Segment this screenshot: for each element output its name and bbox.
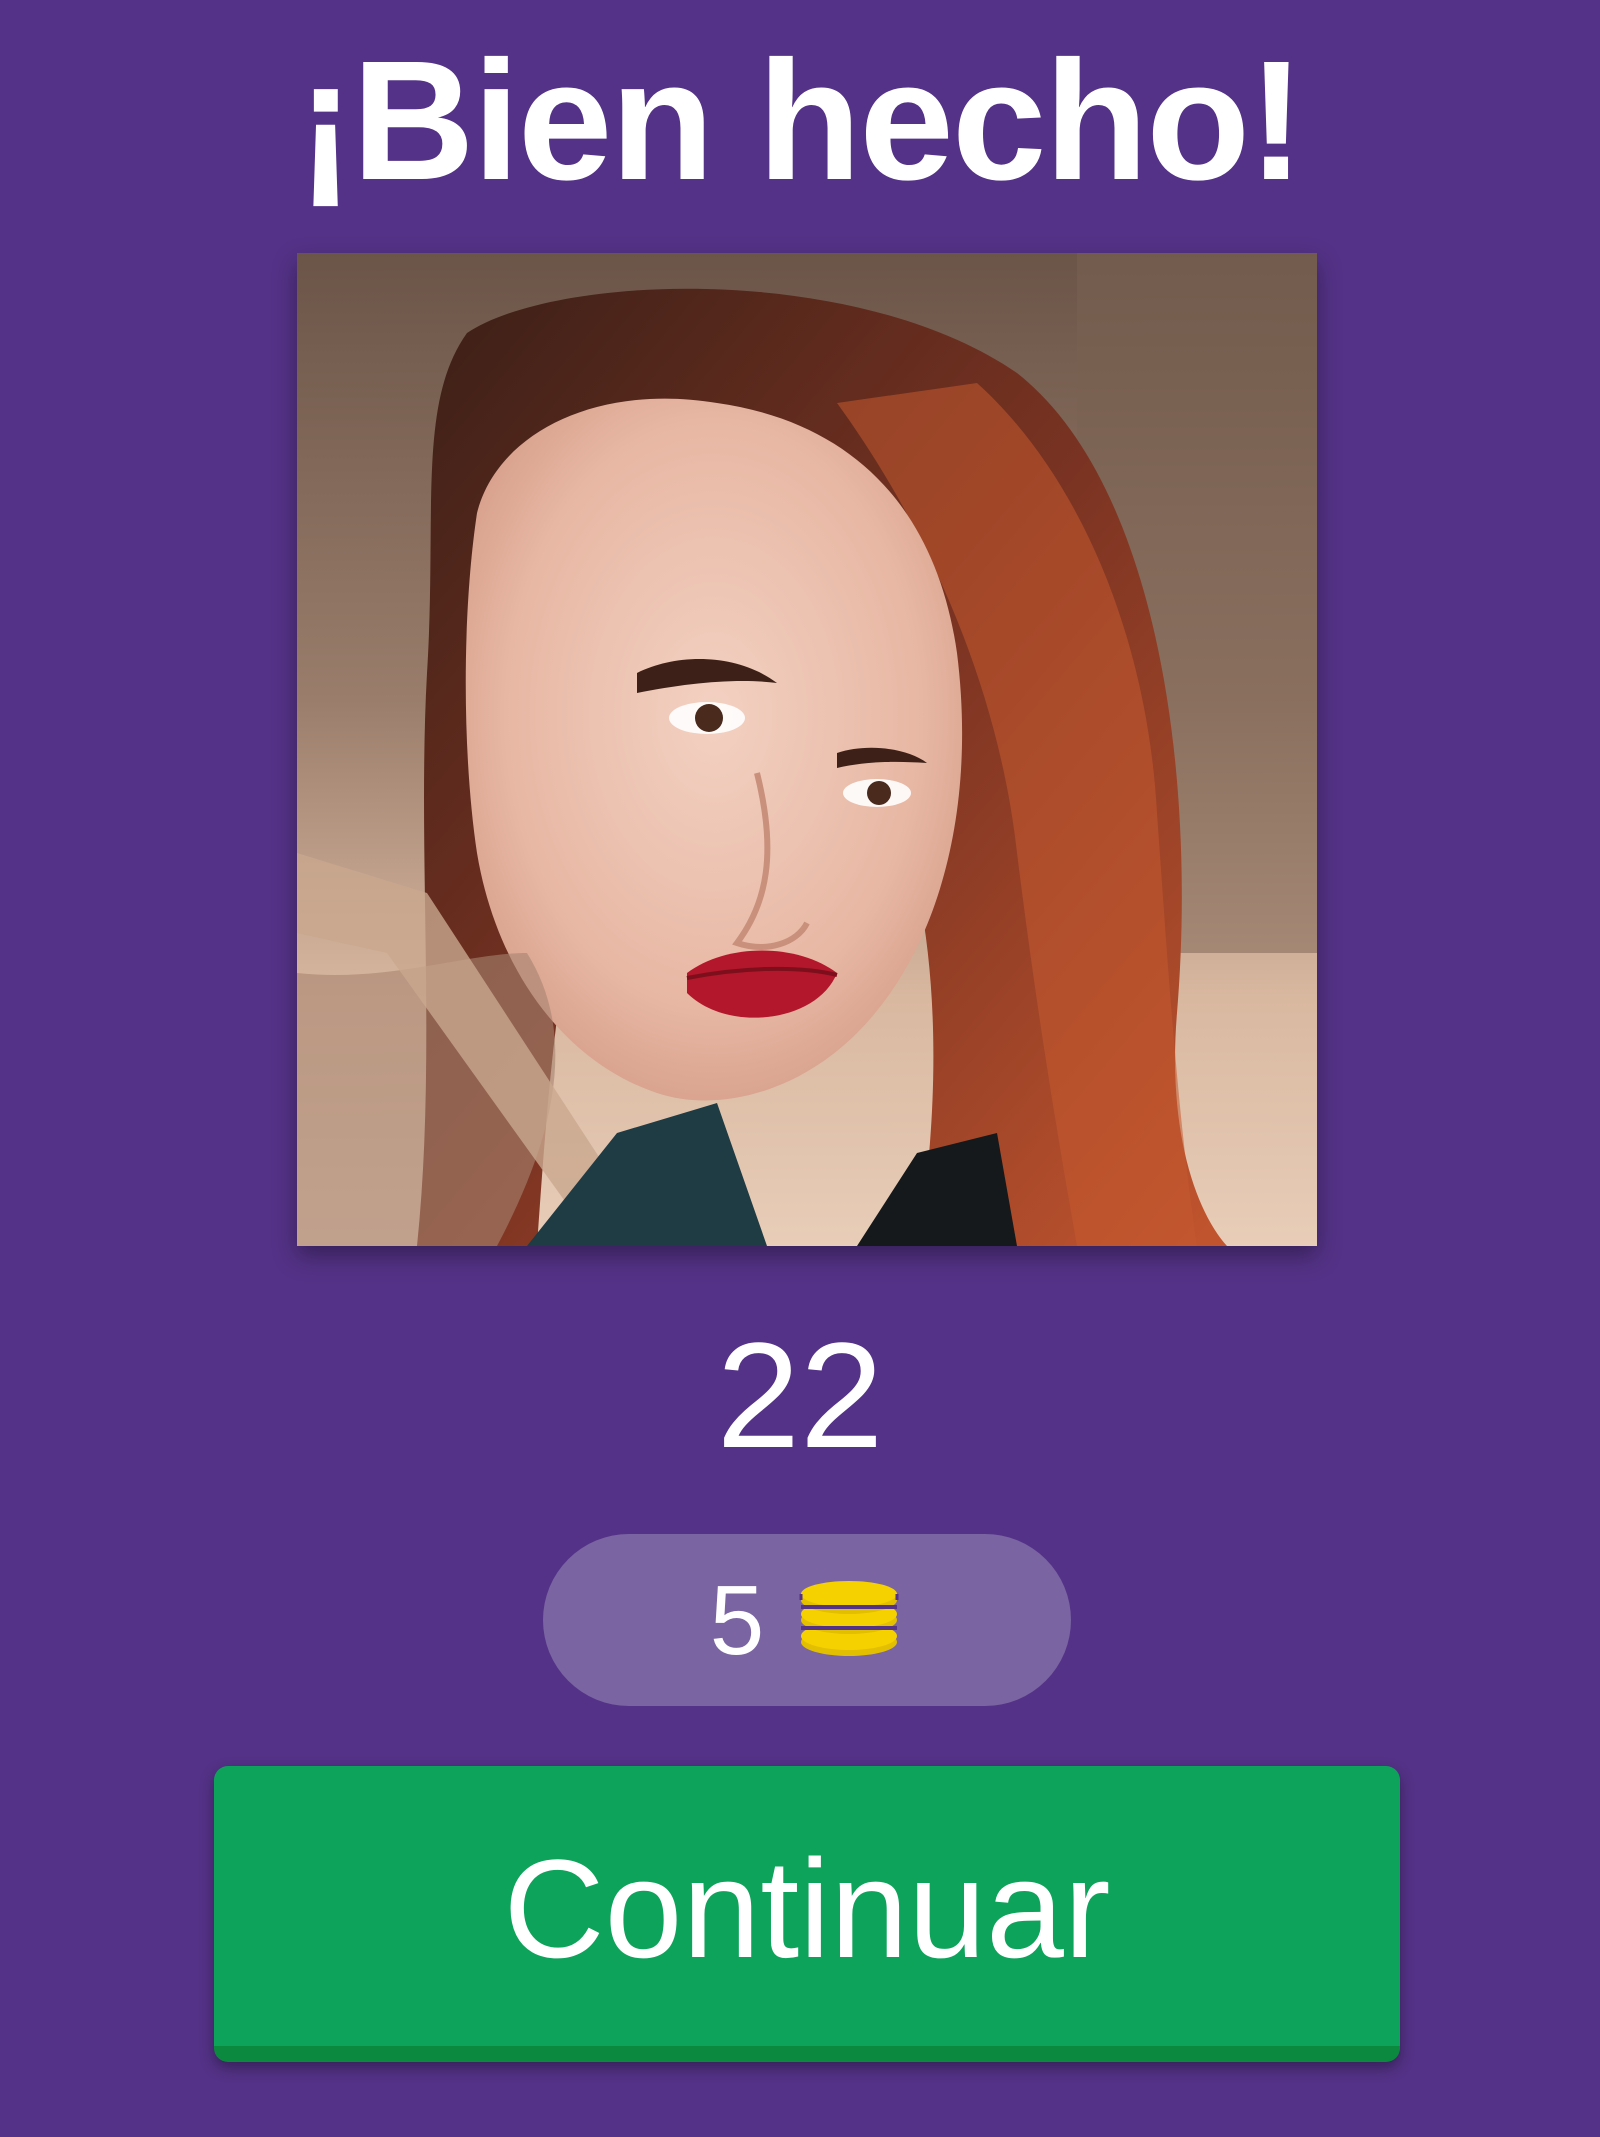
- level-complete-screen: ¡Bien hecho! 22 5 Continuar: [0, 0, 1600, 2137]
- coin-reward-badge: 5: [543, 1534, 1071, 1706]
- portrait-image: [297, 253, 1317, 1246]
- level-number: 22: [716, 1311, 884, 1479]
- page-title: ¡Bien hecho!: [297, 26, 1304, 216]
- coins-stack-icon: [799, 1581, 899, 1656]
- continue-button-label: Continuar: [503, 1830, 1111, 1987]
- continue-button[interactable]: Continuar: [214, 1766, 1400, 2062]
- question-photo: [297, 253, 1317, 1246]
- coin-reward-value: 5: [709, 1565, 765, 1675]
